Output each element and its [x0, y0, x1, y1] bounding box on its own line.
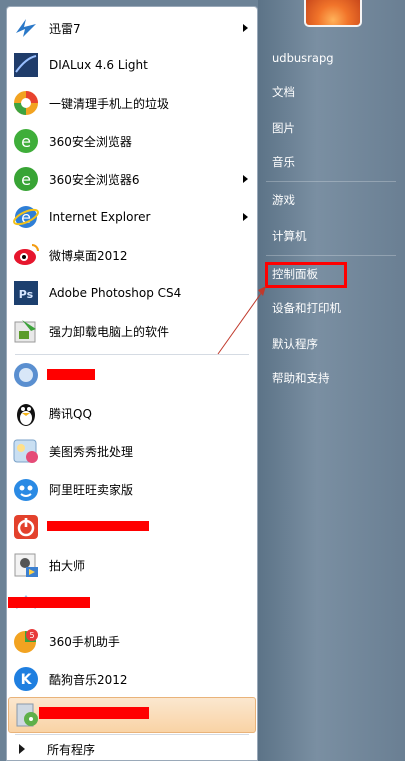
redaction-bar — [47, 369, 95, 380]
submenu-arrow-icon[interactable] — [243, 175, 248, 183]
program-item-weibo[interactable]: 微博桌面2012 — [8, 237, 256, 273]
right-item-label: 计算机 — [272, 229, 307, 243]
pinned-separator — [15, 354, 249, 355]
internet-explorer-icon: e — [11, 202, 41, 232]
program-label: Internet Explorer — [49, 210, 151, 224]
all-programs-separator — [15, 734, 249, 735]
program-item-paidashi[interactable]: 拍大师 — [8, 547, 256, 583]
redaction-bar — [8, 597, 90, 608]
program-item-dialux[interactable]: DIALux 4.6 Light — [8, 47, 256, 83]
installer-disc-icon — [12, 700, 42, 730]
program-item-kugou[interactable]: K 酷狗音乐2012 — [8, 661, 256, 697]
documents-link[interactable]: 文档 — [266, 80, 396, 104]
program-label: 微博桌面2012 — [49, 248, 128, 263]
program-label: DIALux 4.6 Light — [49, 58, 148, 72]
program-item-qq[interactable]: 腾讯QQ — [8, 395, 256, 431]
program-label: 360手机助手 — [49, 634, 120, 649]
right-item-label: 帮助和支持 — [272, 371, 330, 385]
program-item-internet-explorer[interactable]: e Internet Explorer — [8, 199, 256, 235]
right-separator — [266, 255, 396, 256]
control-panel-highlight-box — [265, 262, 347, 288]
triangle-right-icon — [19, 744, 25, 754]
computer-link[interactable]: 计算机 — [266, 224, 396, 248]
svg-text:5: 5 — [29, 631, 34, 640]
program-label: 美图秀秀批处理 — [49, 444, 134, 459]
program-item-360-browser[interactable]: e 360安全浏览器 — [8, 123, 256, 159]
program-item-uninstaller[interactable]: 强力卸载电脑上的软件 — [8, 313, 256, 349]
submenu-arrow-icon[interactable] — [243, 213, 248, 221]
qq-penguin-icon — [11, 398, 41, 428]
program-label: 360安全浏览器6 — [49, 172, 140, 187]
xunlei-bird-icon — [11, 13, 41, 43]
submenu-arrow-icon[interactable] — [243, 24, 248, 32]
program-item-xunlei[interactable]: 迅雷7 — [8, 10, 256, 46]
photoshop-icon: Ps — [11, 278, 41, 308]
program-item-360-phone[interactable]: 5 360手机助手 — [8, 623, 256, 659]
right-separator — [266, 181, 396, 182]
360-browser-icon: e — [11, 126, 41, 156]
dialux-icon — [11, 50, 41, 80]
program-item-aliwangwang[interactable]: 阿里旺旺卖家版 — [8, 471, 256, 507]
right-item-label: udbusrapg — [272, 51, 334, 65]
program-label: 拍大师 — [49, 558, 86, 573]
program-item-360-browser6[interactable]: e 360安全浏览器6 — [8, 161, 256, 197]
redaction-bar — [47, 521, 149, 531]
aliwangwang-icon — [11, 474, 41, 504]
music-link[interactable]: 音乐 — [266, 150, 396, 174]
paidashi-icon — [11, 550, 41, 580]
right-item-label: 图片 — [272, 121, 295, 135]
program-label: 强力卸载电脑上的软件 — [49, 324, 170, 339]
program-label: 迅雷7 — [49, 21, 81, 36]
right-item-label: 设备和打印机 — [272, 301, 341, 315]
default-programs-link[interactable]: 默认程序 — [266, 332, 396, 356]
program-label: Adobe Photoshop CS4 — [49, 286, 182, 300]
right-item-label: 游戏 — [272, 193, 295, 207]
red-power-icon — [11, 512, 41, 542]
cleaner-ball-icon — [11, 88, 41, 118]
svg-text:Ps: Ps — [19, 288, 34, 301]
360-browser6-icon: e — [11, 164, 41, 194]
right-item-label: 音乐 — [272, 155, 295, 169]
devices-printers-link[interactable]: 设备和打印机 — [266, 296, 396, 320]
program-label: 腾讯QQ — [49, 406, 92, 421]
right-item-label: 文档 — [272, 85, 295, 99]
meitu-batch-icon — [11, 436, 41, 466]
program-item-redacted-1[interactable] — [8, 357, 256, 393]
program-label: 酷狗音乐2012 — [49, 672, 128, 687]
user-name-link[interactable]: udbusrapg — [266, 46, 396, 70]
games-link[interactable]: 游戏 — [266, 188, 396, 212]
kugou-icon: K — [11, 664, 41, 694]
program-label: 360安全浏览器 — [49, 134, 132, 149]
uninstaller-icon — [11, 316, 41, 346]
right-item-label: 默认程序 — [272, 337, 318, 351]
all-programs-label: 所有程序 — [47, 742, 96, 757]
pinned-programs-panel: 迅雷7 DIALux 4.6 Light 一键清理手机上的垃圾 e 360安全浏… — [6, 6, 258, 761]
weibo-icon — [11, 240, 41, 270]
program-item-meitu[interactable]: 美图秀秀批处理 — [8, 433, 256, 469]
circle-app-icon — [11, 360, 41, 390]
360-phone-assistant-icon: 5 — [11, 626, 41, 656]
user-picture[interactable] — [304, 0, 362, 27]
program-label: 阿里旺旺卖家版 — [49, 482, 134, 497]
program-label: 一键清理手机上的垃圾 — [49, 96, 170, 111]
all-programs-button[interactable]: 所有程序 — [15, 738, 251, 760]
svg-text:e: e — [21, 132, 31, 151]
svg-text:K: K — [21, 672, 33, 688]
help-support-link[interactable]: 帮助和支持 — [266, 366, 396, 390]
program-item-photoshop[interactable]: Ps Adobe Photoshop CS4 — [8, 275, 256, 311]
pictures-link[interactable]: 图片 — [266, 116, 396, 140]
svg-text:e: e — [21, 170, 31, 189]
program-item-cleaner[interactable]: 一键清理手机上的垃圾 — [8, 85, 256, 121]
redaction-bar — [39, 707, 149, 719]
